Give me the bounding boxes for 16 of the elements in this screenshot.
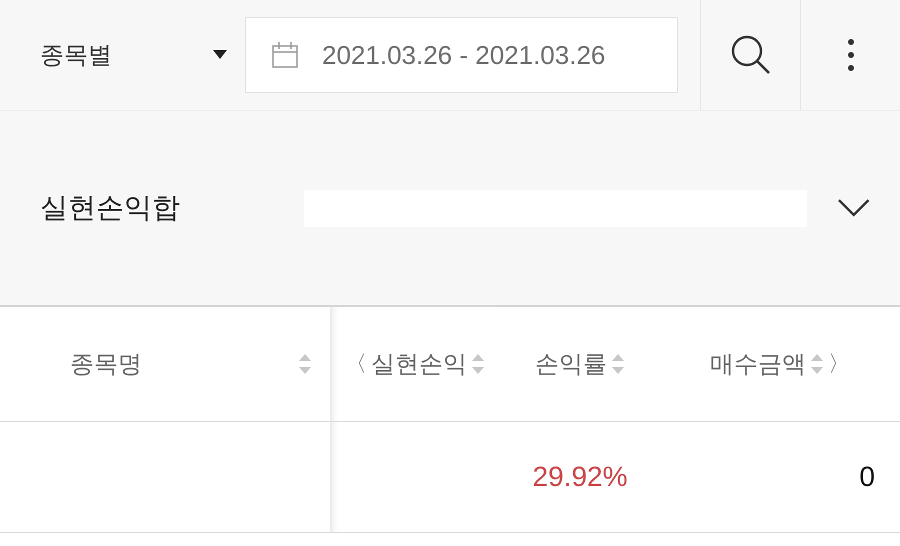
caret-icon xyxy=(213,50,227,60)
chevron-down-icon[interactable] xyxy=(836,198,870,218)
column-header[interactable]: 종목명 xyxy=(70,348,142,380)
search-icon xyxy=(730,34,772,76)
table-cell: 29.92% xyxy=(532,461,628,493)
filter-dropdown[interactable]: 종목별 xyxy=(0,0,245,110)
column-header[interactable]: 실현손익 xyxy=(371,348,467,380)
summary-label: 실현손익합 xyxy=(40,190,181,226)
date-range-field[interactable]: 2021.03.26 - 2021.03.26 xyxy=(245,17,678,93)
table-cell: 0 xyxy=(859,461,875,493)
column-header[interactable]: 손익률 xyxy=(535,348,607,380)
scroll-left-arrow[interactable]: 〈 xyxy=(345,349,367,379)
calendar-icon xyxy=(272,41,298,69)
scroll-right-arrow[interactable]: 〉 xyxy=(828,349,850,379)
column-header[interactable]: 매수금액 xyxy=(710,348,806,380)
more-icon xyxy=(846,38,854,72)
